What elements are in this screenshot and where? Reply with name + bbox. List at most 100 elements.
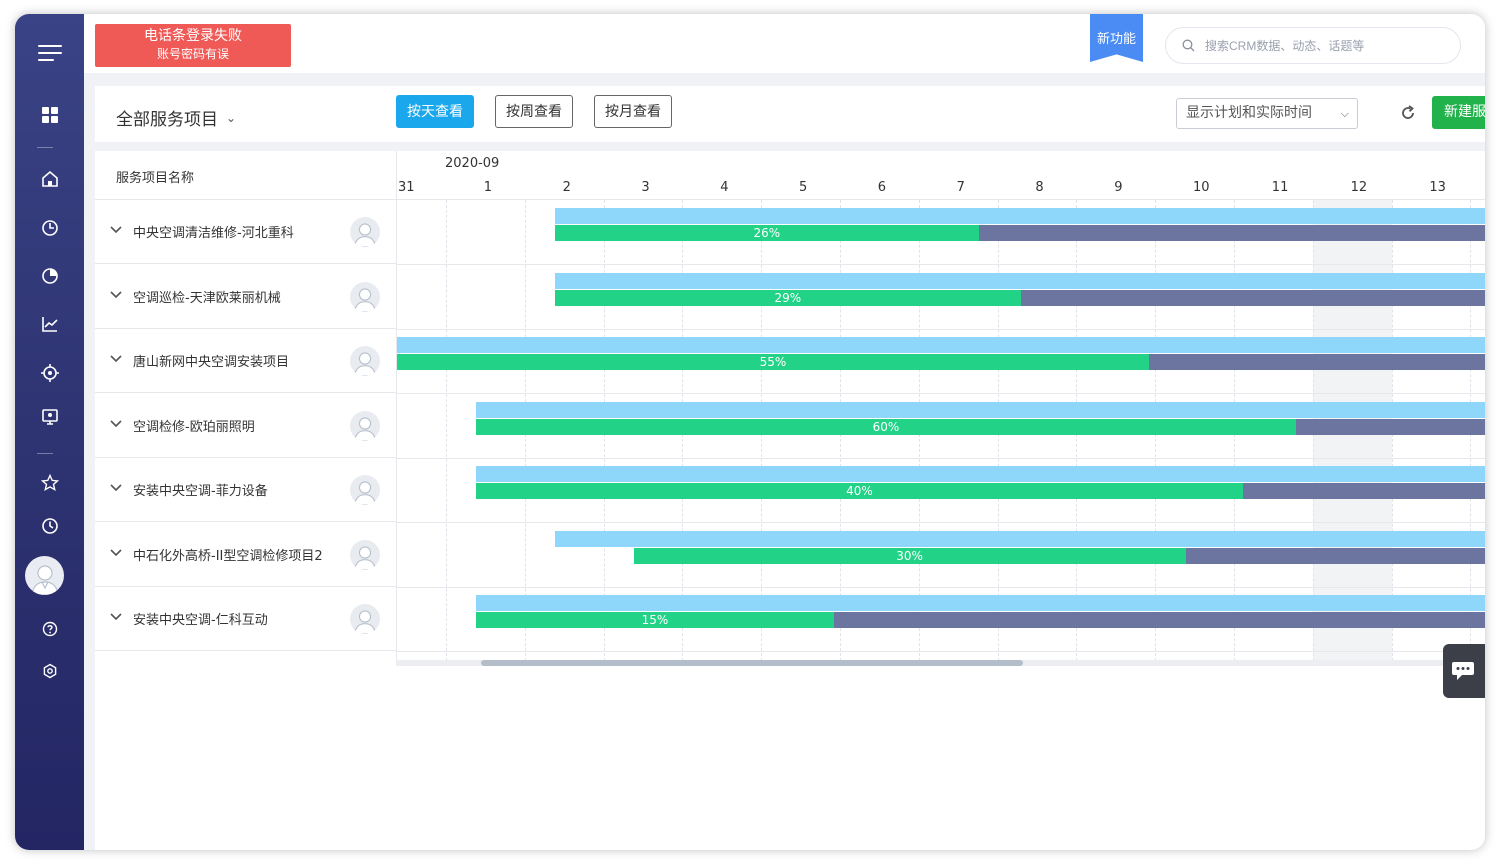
owner-avatar[interactable] [350, 346, 380, 376]
timeline-day-label: 8 [1035, 180, 1044, 195]
line-chart-icon[interactable] [15, 307, 84, 341]
app-window: 电话条登录失败 账号密码有误 新功能 全部服务项目 ⌄ 按天查看 按周查看 按月… [15, 14, 1485, 850]
alert-title: 电话条登录失败 [144, 28, 242, 44]
project-row[interactable]: 空调巡检-天津欧莱丽机械 [95, 265, 396, 329]
view-toolbar: 全部服务项目 ⌄ 按天查看 按周查看 按月查看 显示计划和实际时间 ⌵ 新建服 [95, 86, 1485, 142]
dashboard-icon[interactable] [15, 98, 84, 132]
user-avatar[interactable] [25, 556, 64, 595]
row-divider [397, 586, 1485, 588]
sidebar-divider [37, 147, 53, 148]
project-name: 唐山新网中央空调安装项目 [133, 355, 290, 370]
actual-bar[interactable]: 30% [633, 547, 1485, 564]
time-display-value: 显示计划和实际时间 [1186, 105, 1312, 121]
star-icon[interactable] [15, 466, 84, 500]
project-name: 空调巡检-天津欧莱丽机械 [133, 290, 281, 306]
row-divider [397, 393, 1485, 394]
progress-bar: 55% [397, 354, 1149, 370]
help-icon[interactable] [15, 612, 84, 646]
new-service-project-button[interactable]: 新建服 [1432, 96, 1485, 129]
home-icon[interactable] [15, 162, 84, 196]
global-search[interactable] [1165, 27, 1461, 64]
progress-bar: 60% [476, 418, 1296, 435]
actual-bar[interactable]: 29% [554, 289, 1485, 306]
top-bar: 电话条登录失败 账号密码有误 新功能 [84, 14, 1485, 73]
timeline-day-label: 11 [1271, 180, 1289, 195]
project-row[interactable]: 安装中央空调-仁科互动 [95, 587, 396, 651]
chevron-down-icon[interactable] [109, 287, 123, 301]
scrollbar-thumb[interactable] [481, 660, 1023, 666]
owner-avatar[interactable] [350, 217, 380, 247]
project-row[interactable]: 空调检修-欧珀丽照明 [95, 394, 396, 458]
sidebar-divider [37, 453, 53, 454]
plan-bar[interactable] [397, 337, 1485, 353]
project-name-column-header: 服务项目名称 [95, 151, 396, 200]
progress-bar: 30% [633, 547, 1186, 564]
progress-bar: 29% [554, 289, 1021, 306]
day-gridline [446, 200, 447, 666]
new-feature-badge[interactable]: 新功能 [1090, 14, 1143, 62]
timeline-day-label: 1 [483, 180, 493, 195]
owner-avatar[interactable] [350, 604, 380, 634]
chat-icon[interactable] [1443, 644, 1485, 698]
owner-avatar[interactable] [350, 475, 380, 505]
owner-avatar[interactable] [350, 539, 380, 570]
actual-bar[interactable]: 60% [476, 418, 1485, 435]
target-icon[interactable] [15, 356, 84, 390]
timeline-header: 2020-09 31 1 2 3 4 5 6 7 8 9 10 11 12 13 [397, 151, 1485, 200]
project-name: 安装中央空调-仁科互动 [133, 613, 268, 628]
timeline-day-label: 2 [562, 180, 571, 195]
timeline-day-label: 7 [956, 180, 965, 195]
settings-icon[interactable] [15, 654, 84, 688]
row-divider [397, 457, 1485, 459]
view-by-day-button[interactable]: 按天查看 [396, 95, 474, 128]
chevron-down-icon[interactable] [109, 480, 123, 494]
chevron-down-icon: ⌄ [226, 110, 237, 125]
monitor-icon[interactable] [15, 400, 84, 434]
login-error-alert[interactable]: 电话条登录失败 账号密码有误 [95, 24, 291, 67]
chevron-down-icon[interactable] [109, 351, 123, 365]
project-name: 空调检修-欧珀丽照明 [133, 419, 255, 435]
actual-bar[interactable]: 40% [476, 483, 1485, 499]
menu-icon[interactable] [15, 36, 84, 70]
time-display-select[interactable]: 显示计划和实际时间 ⌵ [1176, 98, 1358, 129]
owner-avatar[interactable] [350, 410, 380, 441]
chevron-down-icon[interactable] [109, 222, 123, 236]
project-name: 中石化外高桥-II型空调检修项目2 [133, 548, 323, 564]
row-divider [397, 264, 1485, 265]
chevron-down-icon[interactable] [109, 609, 123, 623]
actual-bar[interactable]: 26% [554, 225, 1485, 241]
chevron-down-icon[interactable] [109, 416, 123, 430]
view-by-month-button[interactable]: 按月查看 [594, 95, 672, 128]
chevron-down-icon[interactable] [109, 545, 123, 559]
scope-label: 全部服务项目 [116, 110, 218, 130]
view-by-week-button[interactable]: 按周查看 [495, 95, 573, 128]
project-row[interactable]: 中石化外高桥-II型空调检修项目2 [95, 523, 396, 587]
project-row[interactable]: 唐山新网中央空调安装项目 [95, 329, 396, 393]
project-scope-dropdown[interactable]: 全部服务项目 ⌄ [116, 105, 236, 130]
history-icon[interactable] [15, 509, 84, 543]
progress-bar: 15% [476, 612, 834, 628]
timeline-day-label: 9 [1114, 180, 1123, 195]
timeline-month: 2020-09 [445, 156, 500, 171]
timeline-day-label: 5 [799, 180, 808, 195]
plan-bar[interactable] [476, 595, 1485, 611]
plan-bar[interactable] [554, 208, 1485, 224]
actual-bar[interactable]: 55% [397, 354, 1485, 370]
actual-bar[interactable]: 15% [476, 612, 1485, 628]
project-row[interactable]: 安装中央空调-菲力设备 [95, 458, 396, 522]
plan-bar[interactable] [476, 401, 1485, 418]
clock-pie-icon[interactable] [15, 211, 84, 245]
plan-bar[interactable] [554, 272, 1485, 289]
pie-chart-icon[interactable] [15, 259, 84, 293]
search-icon [1182, 39, 1195, 52]
horizontal-scrollbar[interactable] [396, 660, 1485, 666]
plan-bar[interactable] [554, 530, 1485, 547]
owner-avatar[interactable] [350, 281, 380, 312]
search-input[interactable] [1205, 38, 1435, 53]
refresh-icon[interactable] [1398, 103, 1418, 123]
project-row[interactable]: 中央空调清洁维修-河北重科 [95, 200, 396, 264]
timeline-day-label: 10 [1193, 180, 1210, 195]
plan-bar[interactable] [476, 466, 1485, 482]
gantt-chart: 2020-09 31 1 2 3 4 5 6 7 8 9 10 11 12 13 26% 29% 55% 60%… [396, 151, 1485, 666]
timeline-day-label: 12 [1350, 180, 1368, 195]
